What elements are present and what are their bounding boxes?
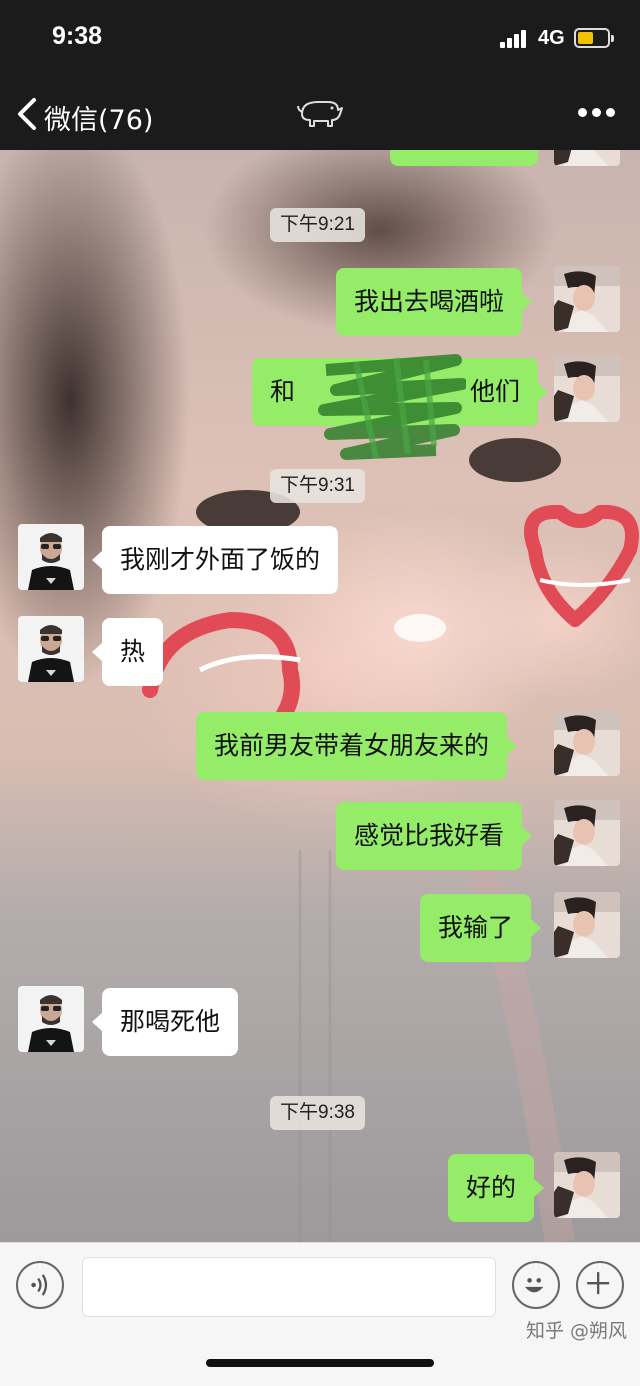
chat-area[interactable]: 下午9:21 我出去喝酒啦 和 他们 下午9:31 我刚才外面了饭的 热 我前男… — [0, 150, 640, 1242]
avatar-self[interactable] — [554, 1152, 620, 1218]
avatar-contact[interactable] — [18, 524, 84, 590]
avatar-self[interactable] — [554, 150, 620, 166]
avatar-contact[interactable] — [18, 616, 84, 682]
avatar-self[interactable] — [554, 710, 620, 776]
avatar-self[interactable] — [554, 266, 620, 332]
more-options-icon[interactable] — [578, 108, 616, 118]
message-text-end: 他们 — [469, 377, 520, 406]
avatar-self[interactable] — [554, 356, 620, 422]
watermark: 知乎 @朔风 — [526, 1320, 628, 1342]
censor-scribble — [318, 354, 466, 460]
network-type: 4G — [538, 27, 565, 49]
message-bubble-outgoing[interactable]: 感觉比我好看 — [336, 802, 533, 870]
timestamp: 下午9:38 — [270, 1096, 365, 1130]
message-bubble-outgoing[interactable] — [390, 150, 538, 166]
battery-icon — [574, 28, 614, 48]
back-button[interactable]: 微信(76) — [44, 98, 153, 137]
message-bubble-incoming[interactable]: 我刚才外面了饭的 — [91, 526, 339, 594]
message-bubble-outgoing[interactable]: 我输了 — [420, 894, 542, 962]
chat-background-photo — [142, 438, 639, 1242]
pig-icon — [297, 101, 343, 127]
message-bubble-outgoing[interactable]: 好的 — [448, 1154, 545, 1222]
voice-icon[interactable] — [16, 1261, 64, 1309]
avatar-self[interactable] — [554, 892, 620, 958]
battery-level — [578, 32, 593, 44]
timestamp: 下午9:21 — [270, 208, 365, 242]
message-text-start: 和 — [270, 377, 296, 406]
message-input[interactable] — [82, 1257, 496, 1317]
timestamp: 下午9:31 — [270, 469, 365, 503]
avatar-contact[interactable] — [18, 986, 84, 1052]
avatar-self[interactable] — [554, 800, 620, 866]
signal-strength-icon — [500, 30, 532, 48]
message-bubble-outgoing[interactable]: 我出去喝酒啦 — [336, 268, 533, 336]
home-indicator[interactable] — [206, 1359, 434, 1367]
back-chevron-icon[interactable] — [14, 96, 44, 132]
navigation-bar: 9:38 4G 微信(76) — [0, 0, 640, 150]
status-time: 9:38 — [52, 22, 103, 50]
message-bubble-outgoing[interactable]: 我前男友带着女朋友来的 — [196, 712, 518, 780]
message-bubble-incoming[interactable]: 那喝死他 — [91, 988, 239, 1056]
emoji-icon[interactable] — [512, 1261, 560, 1309]
message-bubble-incoming[interactable]: 热 — [91, 618, 164, 686]
plus-icon[interactable] — [576, 1261, 624, 1309]
